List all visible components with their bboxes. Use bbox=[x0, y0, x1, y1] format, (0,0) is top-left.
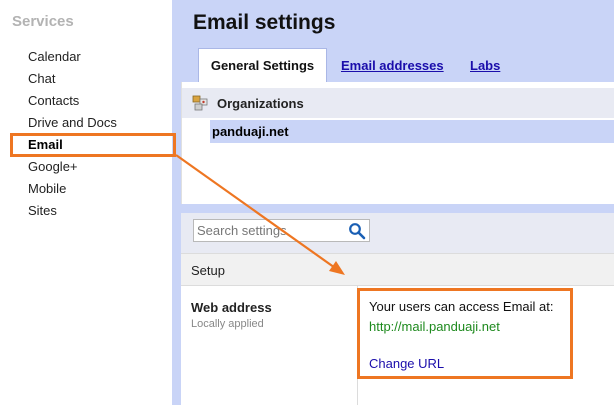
page-title: Email settings bbox=[193, 11, 336, 34]
sidebar-item-sites[interactable]: Sites bbox=[28, 203, 57, 218]
organizations-title: Organizations bbox=[217, 96, 304, 111]
change-url-link[interactable]: Change URL bbox=[369, 356, 444, 371]
page-header: Email settings General Settings Email ad… bbox=[181, 0, 614, 82]
sidebar-item-email[interactable]: Email bbox=[28, 137, 63, 152]
tab-email-addresses[interactable]: Email addresses bbox=[341, 48, 444, 82]
setup-label: Setup bbox=[191, 263, 225, 278]
settings-panel: Setup Web address Locally applied Your u… bbox=[181, 213, 614, 405]
sidebar-divider bbox=[172, 0, 181, 405]
search-box[interactable] bbox=[193, 219, 370, 242]
org-item-selected[interactable]: panduaji.net bbox=[210, 120, 614, 143]
column-divider bbox=[357, 286, 358, 405]
tab-labs[interactable]: Labs bbox=[470, 48, 500, 82]
search-input[interactable] bbox=[197, 222, 342, 239]
web-address-sublabel: Locally applied bbox=[191, 318, 264, 330]
sidebar-item-google-plus[interactable]: Google+ bbox=[28, 159, 78, 174]
sidebar-item-drive-and-docs[interactable]: Drive and Docs bbox=[28, 115, 117, 130]
web-address-label: Web address bbox=[191, 300, 272, 315]
org-item-label: panduaji.net bbox=[212, 124, 289, 139]
access-description: Your users can access Email at: bbox=[369, 299, 554, 314]
sidebar-item-calendar[interactable]: Calendar bbox=[28, 49, 81, 64]
setup-section-header: Setup bbox=[181, 253, 614, 286]
access-url-link[interactable]: http://mail.panduaji.net bbox=[369, 319, 500, 334]
tab-general-settings[interactable]: General Settings bbox=[198, 48, 327, 82]
services-sidebar: Services Calendar Chat Contacts Drive an… bbox=[0, 0, 172, 405]
section-divider bbox=[181, 204, 614, 213]
sidebar-item-contacts[interactable]: Contacts bbox=[28, 93, 79, 108]
search-icon[interactable] bbox=[348, 222, 366, 240]
search-bar bbox=[181, 213, 614, 253]
sidebar-item-chat[interactable]: Chat bbox=[28, 71, 55, 86]
org-chart-icon bbox=[192, 95, 208, 111]
sidebar-item-mobile[interactable]: Mobile bbox=[28, 181, 66, 196]
organizations-panel: Organizations panduaji.net bbox=[181, 82, 614, 204]
organizations-header: Organizations bbox=[182, 88, 614, 118]
sidebar-title: Services bbox=[12, 13, 74, 30]
